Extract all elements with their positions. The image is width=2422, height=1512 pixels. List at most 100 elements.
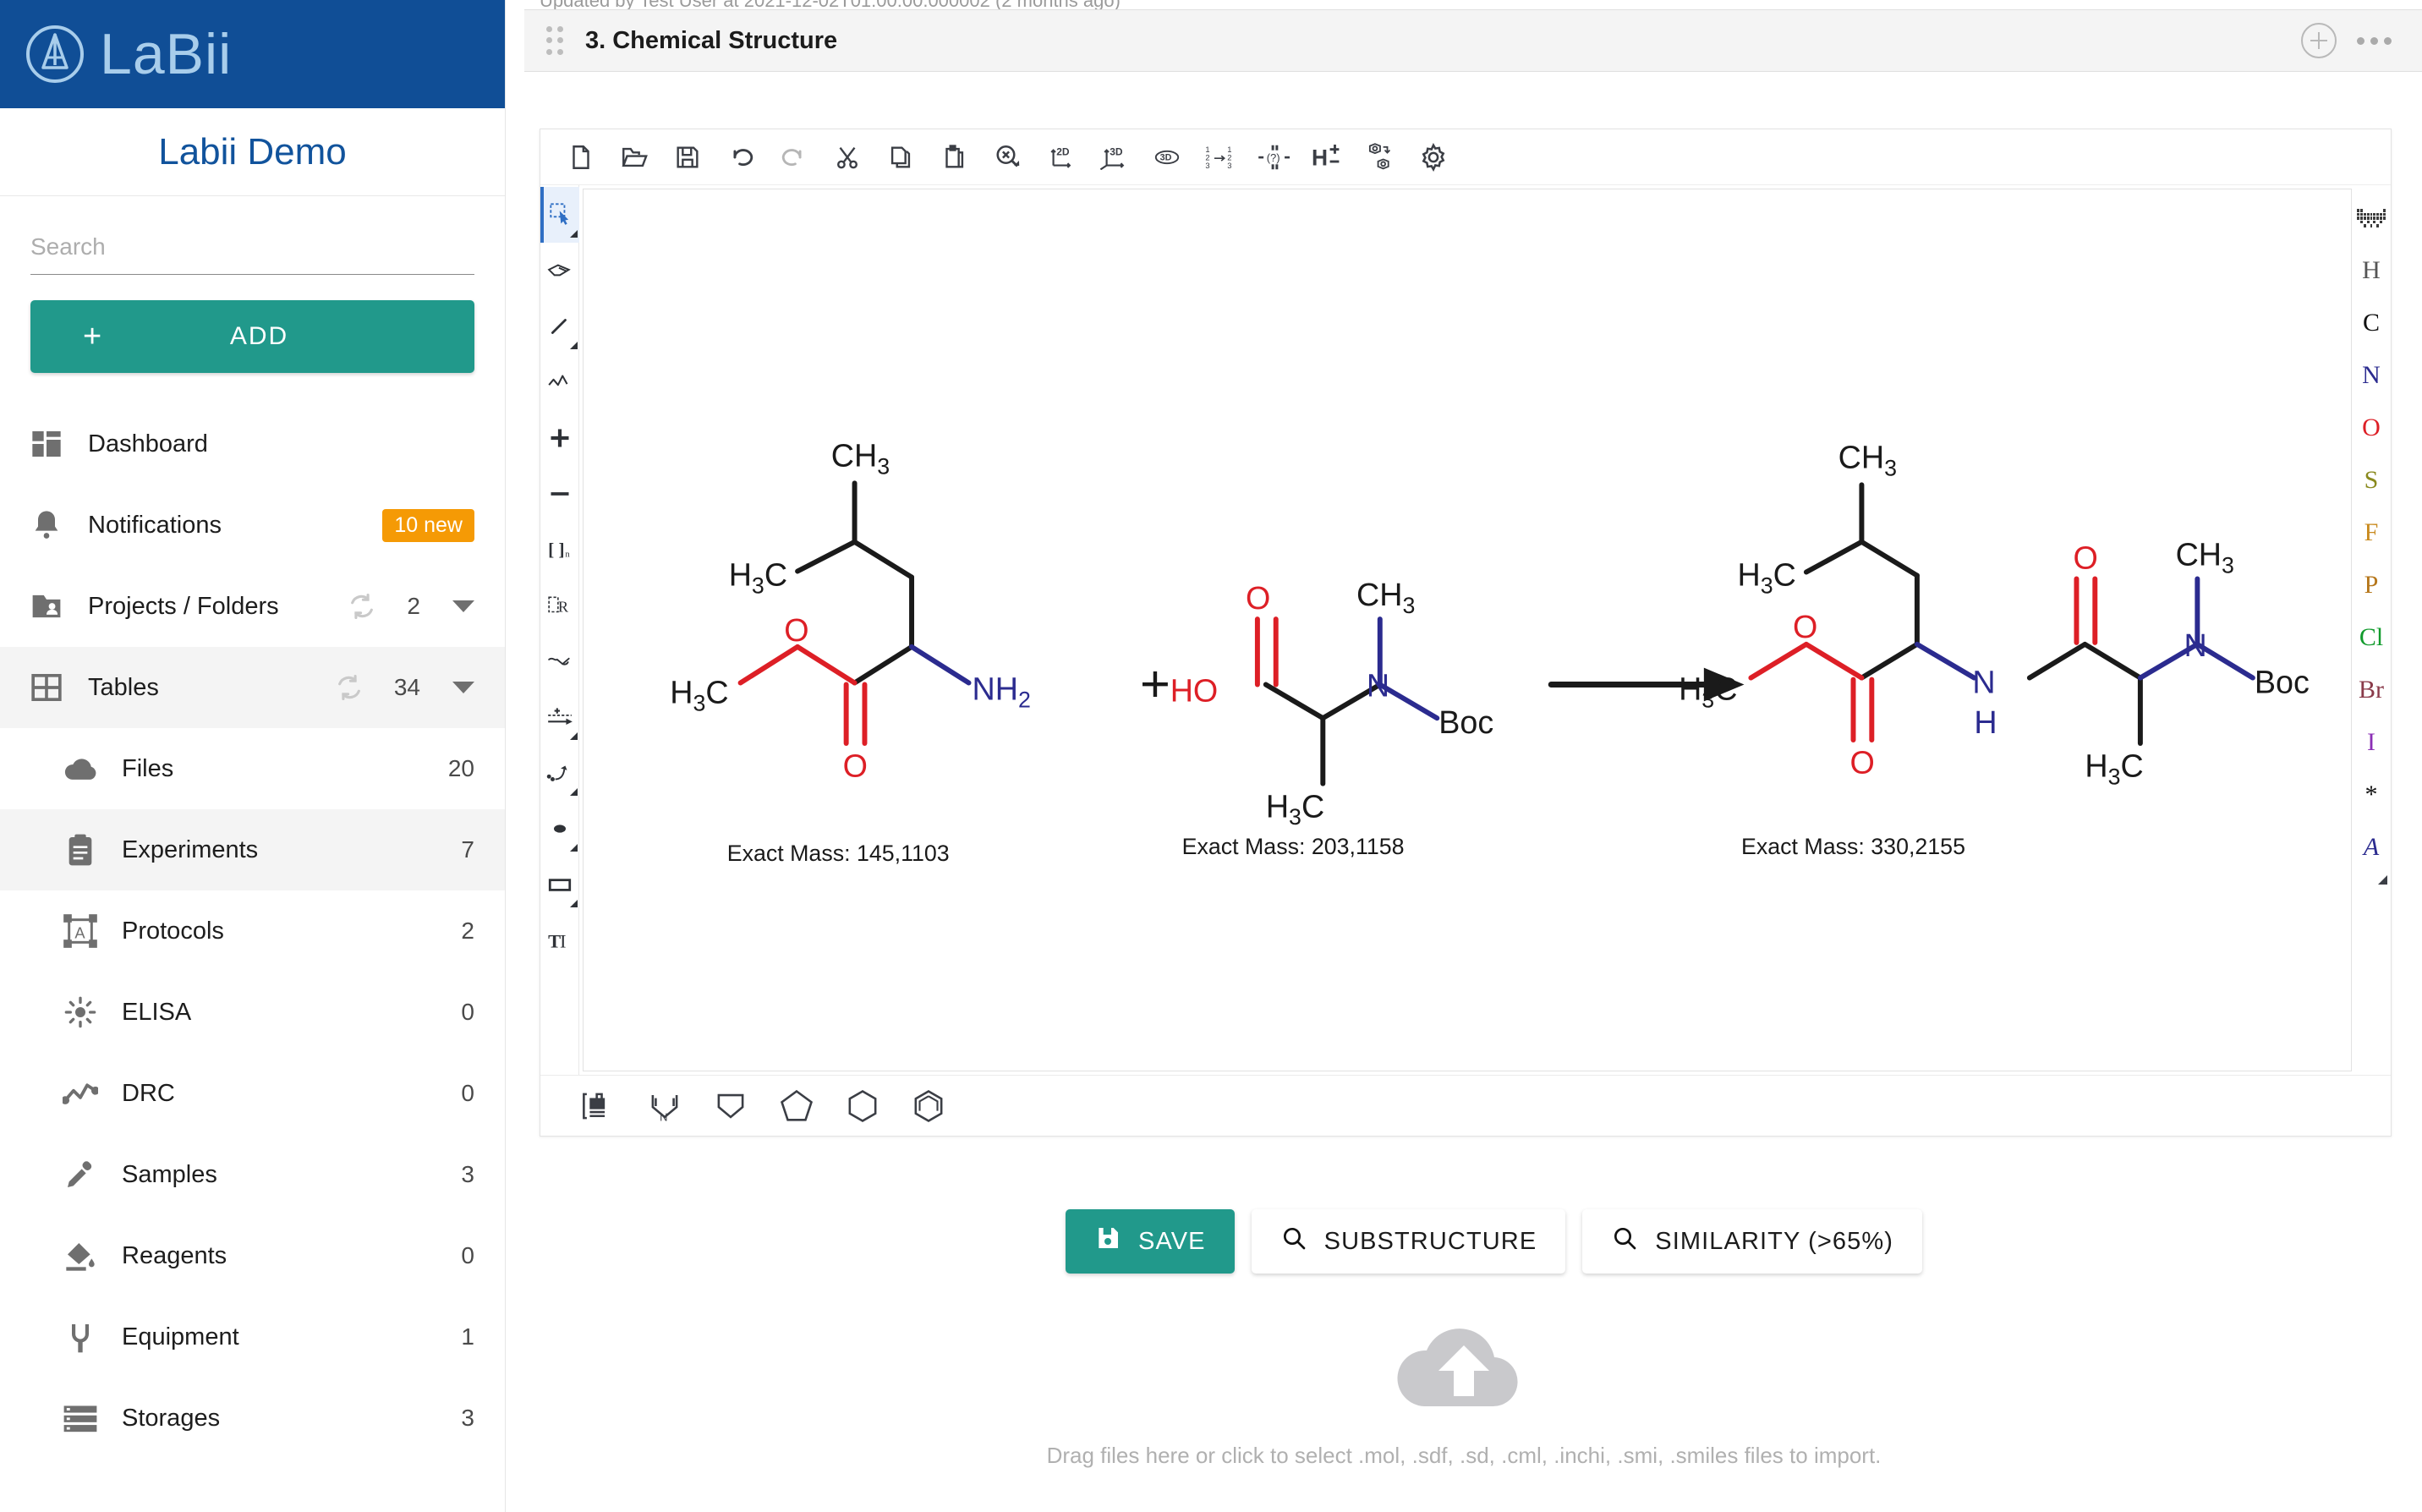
file-dropzone[interactable]: Drag files here or click to select .mol,… [506, 1307, 2422, 1512]
decrease-charge-tool[interactable] [540, 466, 579, 522]
tool-expand-corner[interactable] [569, 230, 578, 238]
element-s[interactable]: S [2352, 454, 2391, 507]
single-bond-tool[interactable] [540, 299, 579, 354]
brand-header[interactable]: LaBii [0, 0, 505, 108]
stereo-flag-tool[interactable] [540, 633, 579, 689]
more-horizontal-icon[interactable] [2357, 36, 2392, 45]
layout-3d-icon[interactable]: 3D [1087, 134, 1140, 181]
svg-text:I: I [560, 931, 567, 952]
tool-expand-corner[interactable] [569, 900, 578, 907]
eraser-tool[interactable] [540, 243, 579, 299]
redo-icon[interactable] [767, 134, 820, 181]
tool-expand-corner[interactable] [569, 788, 578, 796]
sidebar-item-dashboard[interactable]: Dashboard [0, 403, 505, 485]
element-expand-corner[interactable] [2378, 875, 2387, 885]
paste-icon[interactable] [927, 134, 980, 181]
similarity-button[interactable]: SIMILARITY (>65%) [1582, 1209, 1922, 1274]
sidebar-item-drc[interactable]: DRC 0 [0, 1053, 505, 1134]
chevron-down-icon[interactable] [452, 682, 474, 693]
rotate-3d-icon[interactable]: 3D [1140, 134, 1193, 181]
cyclopentadiene-ring-icon[interactable] [708, 1083, 753, 1129]
save-floppy-icon[interactable] [660, 134, 714, 181]
element-h[interactable]: H [2352, 244, 2391, 297]
search-input[interactable] [30, 228, 474, 275]
map-atoms-icon[interactable]: 123123 [1193, 134, 1247, 181]
rectangle-shape-tool[interactable] [540, 857, 579, 912]
svg-text:O: O [1850, 745, 1875, 781]
element-f[interactable]: F [2352, 507, 2391, 559]
layout-2d-icon[interactable]: 2D [1033, 134, 1087, 181]
sidebar-item-label: Projects / Folders [88, 592, 279, 620]
bell-icon [27, 506, 66, 545]
zoom-clear-icon[interactable] [980, 134, 1033, 181]
sidebar-item-label: ELISA [122, 998, 192, 1026]
element-n[interactable]: N [2352, 349, 2391, 402]
element-br[interactable]: Br [2352, 664, 2391, 716]
substructure-button[interactable]: SUBSTRUCTURE [1251, 1209, 1566, 1274]
tool-expand-corner[interactable] [569, 844, 578, 852]
r-group-tool[interactable]: R [540, 578, 579, 633]
sidebar-item-elisa[interactable]: ELISA 0 [0, 972, 505, 1053]
periodic-table-icon[interactable] [2352, 192, 2391, 244]
sidebar-nav: Dashboard Notifications 10 new Projects / F… [0, 403, 505, 1512]
workspace-header[interactable]: Labii Demo [0, 108, 505, 196]
structure-canvas[interactable]: CH3 H3C O H3C O NH2 Exact Mass: 145,1103… [583, 189, 2352, 1071]
element-cl-label: Cl [2359, 623, 2384, 651]
element-c[interactable]: C [2352, 297, 2391, 349]
benzene-ring-icon[interactable] [906, 1083, 951, 1129]
increase-charge-tool[interactable] [540, 410, 579, 466]
new-file-icon[interactable] [554, 134, 607, 181]
element-cl[interactable]: Cl [2352, 611, 2391, 664]
sidebar-item-protocols[interactable]: A Protocols 2 [0, 890, 505, 972]
sidebar-item-notifications[interactable]: Notifications 10 new [0, 485, 505, 566]
element-i[interactable]: I [2352, 716, 2391, 769]
sidebar-item-samples[interactable]: Samples 3 [0, 1134, 505, 1215]
sync-icon[interactable] [348, 592, 376, 621]
open-folder-icon[interactable] [607, 134, 660, 181]
tool-expand-corner[interactable] [569, 732, 578, 740]
chain-tool[interactable] [540, 354, 579, 410]
cyclohexane-ring-icon[interactable] [840, 1083, 885, 1129]
svg-text:n: n [565, 551, 570, 560]
undo-icon[interactable] [714, 134, 767, 181]
element-o[interactable]: O [2352, 402, 2391, 454]
protocol-bracket-icon: A [61, 912, 100, 950]
circle-plus-icon[interactable] [2301, 23, 2337, 58]
element-p[interactable]: P [2352, 559, 2391, 611]
cyclopentane-ring-icon[interactable] [774, 1083, 819, 1129]
query-bond-icon[interactable]: (?) [1247, 134, 1300, 181]
tool-expand-corner[interactable] [569, 342, 578, 349]
molecule-3-mass-label: Exact Mass: 330,2155 [1741, 834, 1965, 859]
sidebar-item-reagents[interactable]: Reagents 0 [0, 1215, 505, 1296]
sidebar-item-experiments[interactable]: Experiments 7 [0, 809, 505, 890]
reaction-arrow-tool[interactable] [540, 689, 579, 745]
pyrrole-ring-icon[interactable]: N [642, 1083, 688, 1129]
text-tool[interactable]: TI [540, 912, 579, 968]
hydrogen-charge-icon[interactable]: H [1300, 134, 1353, 181]
save-button[interactable]: SAVE [1066, 1209, 1235, 1274]
sidebar-item-files[interactable]: Files 20 [0, 728, 505, 809]
add-button[interactable]: + ADD [30, 300, 474, 373]
molecule-3-atoms: CH3 H3C O H3C O N H O CH3 N Boc H3C [1679, 439, 2310, 789]
sidebar-item-storages[interactable]: Storages 3 [0, 1378, 505, 1459]
sidebar-item-equipment[interactable]: Equipment 1 [0, 1296, 505, 1378]
drag-handle-icon[interactable] [546, 26, 565, 55]
chevron-down-icon[interactable] [452, 600, 474, 612]
section-header: 3. Chemical Structure [524, 9, 2422, 72]
settings-gear-icon[interactable] [1406, 134, 1460, 181]
sidebar-item-label: Storages [122, 1404, 221, 1432]
lone-pair-tool[interactable] [540, 801, 579, 857]
electron-flow-arrow-tool[interactable] [540, 745, 579, 801]
sidebar-item-projects-folders[interactable]: Projects / Folders 2 [0, 566, 505, 647]
copy-icon[interactable] [874, 134, 927, 181]
templates-library-icon[interactable] [576, 1083, 622, 1129]
repeating-unit-tool[interactable]: [ ] n [540, 522, 579, 578]
element-a-group[interactable]: A [2352, 821, 2391, 874]
aromatize-icon[interactable] [1353, 134, 1406, 181]
sidebar-item-tables[interactable]: Tables 34 [0, 647, 505, 728]
cut-scissors-icon[interactable] [820, 134, 874, 181]
element-any[interactable]: * [2352, 769, 2391, 821]
sync-icon[interactable] [335, 673, 364, 702]
svg-text:R: R [557, 599, 568, 616]
selection-arrow-tool[interactable] [540, 187, 579, 243]
